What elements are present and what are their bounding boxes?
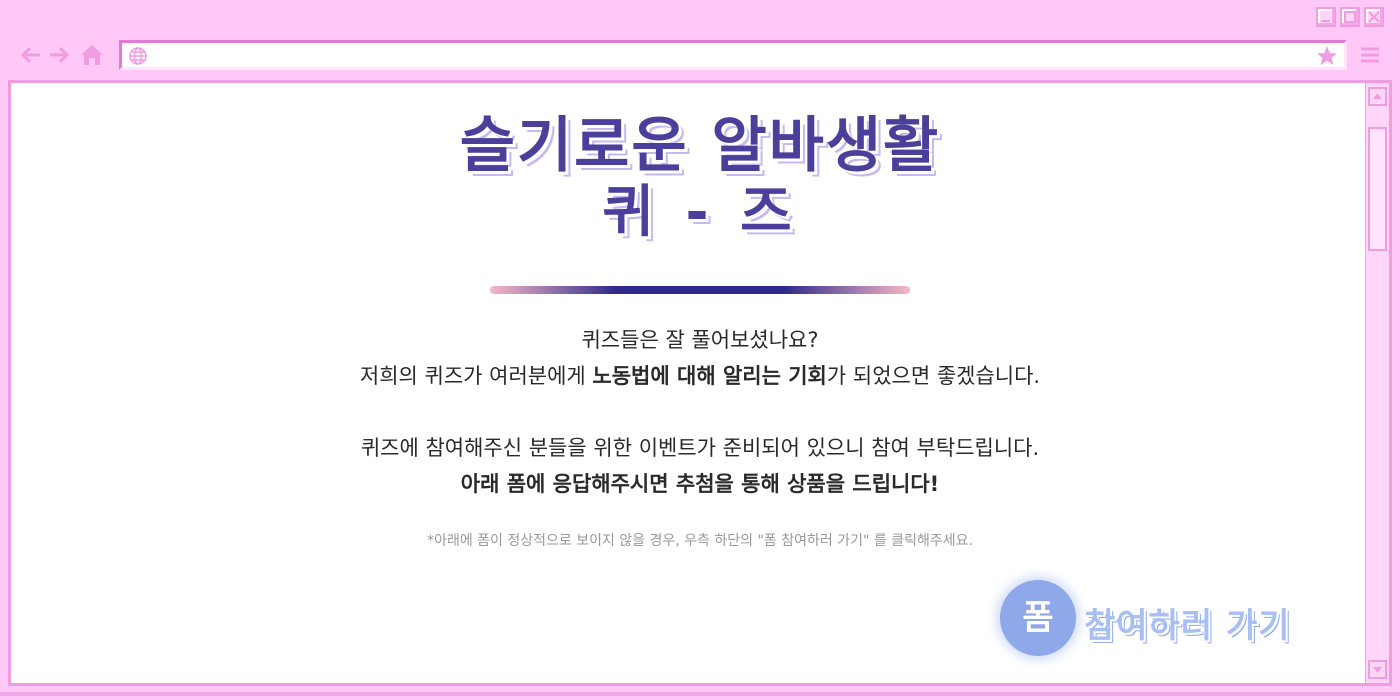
- form-note: *아래에 폼이 정상적으로 보이지 않을 경우, 우측 하단의 "폼 참여하러 …: [427, 533, 973, 549]
- scroll-up-button[interactable]: [1368, 87, 1387, 106]
- window-bottom-frame: [0, 686, 1400, 700]
- menu-icon[interactable]: [1358, 43, 1382, 67]
- maximize-button[interactable]: [1340, 7, 1360, 27]
- home-icon[interactable]: [80, 43, 104, 67]
- form-participate-button[interactable]: 폼 참여하러 가기: [998, 578, 1328, 658]
- minimize-button[interactable]: [1316, 7, 1336, 27]
- page-title-line1: 슬기로운 알바생활: [459, 111, 941, 181]
- back-arrow-icon[interactable]: [20, 43, 42, 67]
- globe-icon: [129, 47, 147, 65]
- page-title-line2: 퀴 - 즈: [602, 180, 798, 245]
- form-participate-label: 참여하러 가기: [1084, 606, 1291, 646]
- title-divider: [490, 286, 910, 294]
- close-icon: [1368, 11, 1380, 23]
- event-line-1: 퀴즈에 참여해주신 분들을 위한 이벤트가 준비되어 있으니 참여 부탁드립니다…: [360, 436, 1040, 460]
- bookmark-star-icon[interactable]: [1316, 45, 1338, 67]
- triangle-up-icon: [1373, 93, 1382, 99]
- minimize-icon: [1321, 20, 1330, 22]
- form-icon-circle: 폼: [1000, 580, 1076, 656]
- page-title: 슬기로운 알바생활 퀴 - 즈: [0, 110, 1400, 244]
- scroll-down-button[interactable]: [1368, 660, 1387, 679]
- event-line-2: 아래 폼에 응답해주시면 추첨을 통해 상품을 드립니다!: [460, 472, 940, 496]
- form-icon-text: 폼: [1022, 598, 1054, 638]
- intro-line-1: 퀴즈들은 잘 풀어보셨나요?: [581, 328, 819, 352]
- intro-line-2: 저희의 퀴즈가 여러분에게 노동법에 대해 알리는 기회가 되었으면 좋겠습니다…: [359, 364, 1041, 388]
- forward-arrow-icon[interactable]: [48, 43, 70, 67]
- address-bar[interactable]: [119, 40, 1347, 70]
- close-button[interactable]: [1364, 7, 1384, 27]
- triangle-down-icon: [1373, 667, 1382, 673]
- intro-line-2-highlight: 노동법에 대해 알리는 기회: [592, 364, 827, 388]
- maximize-icon: [1344, 11, 1356, 23]
